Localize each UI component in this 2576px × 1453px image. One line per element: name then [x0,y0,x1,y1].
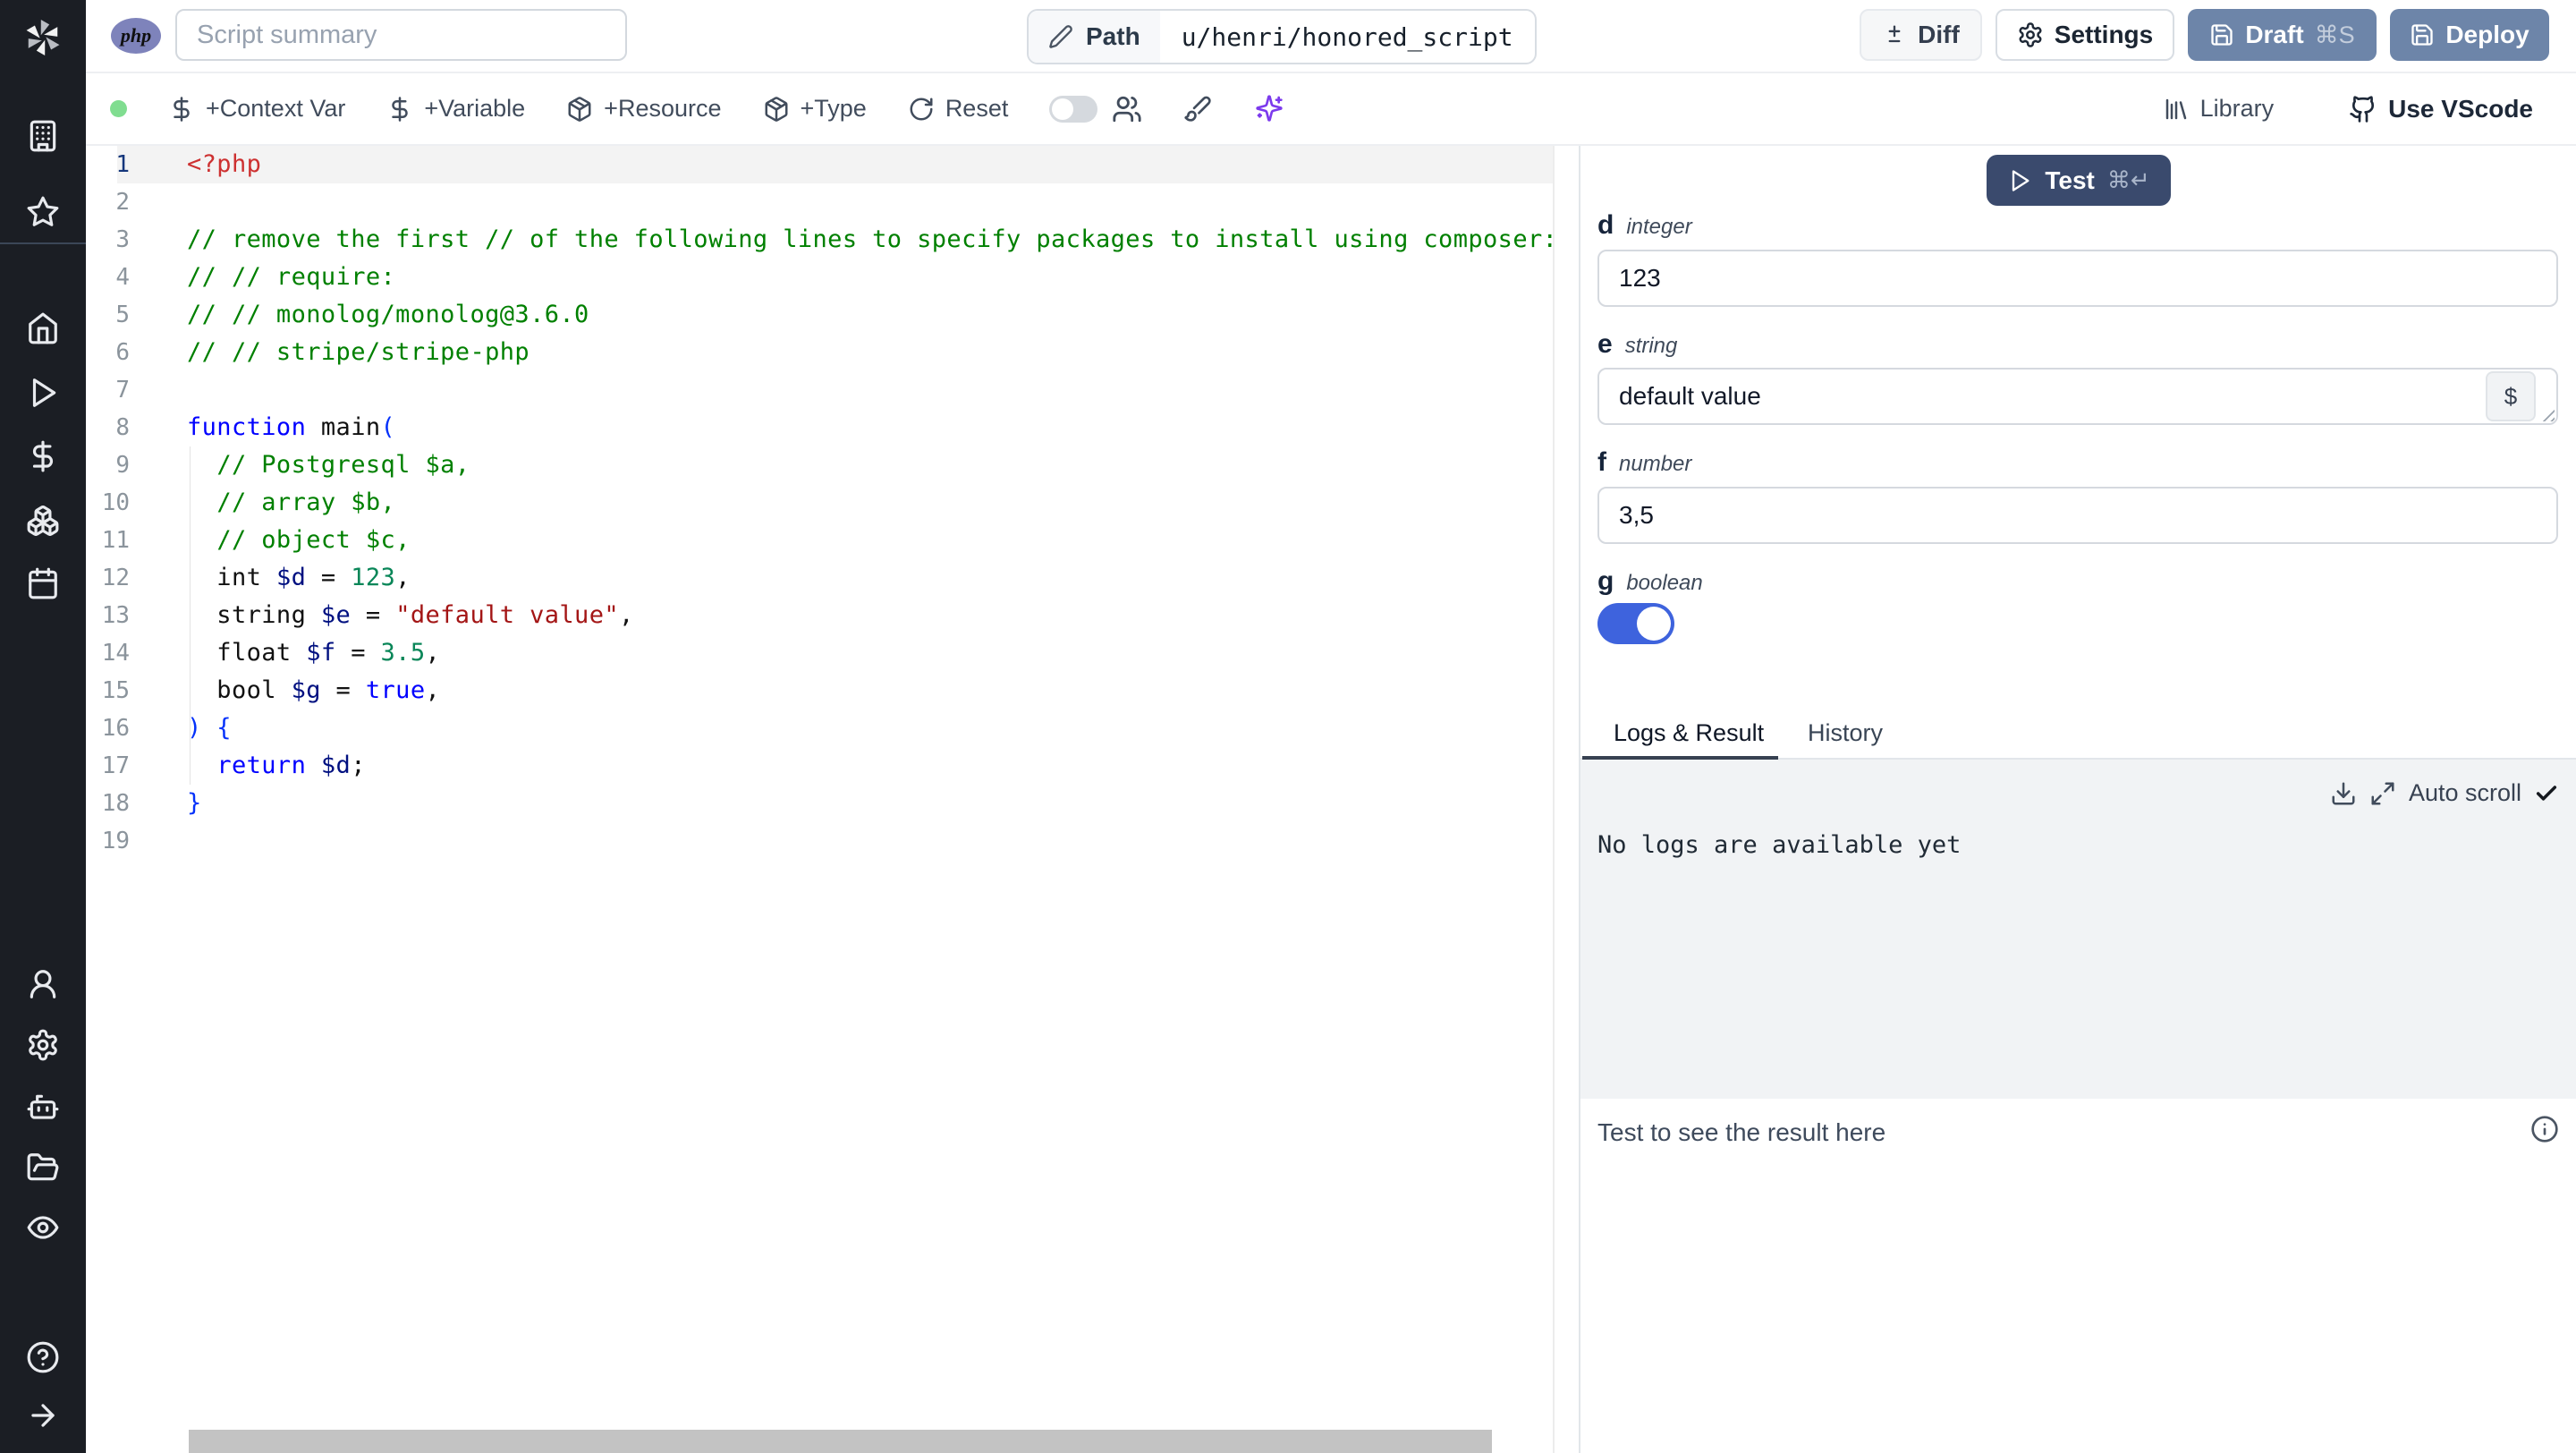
package-icon [763,96,790,123]
save-draft-button[interactable]: Draft ⌘S [2188,9,2377,61]
save-icon [2209,22,2234,47]
topbar-actions: Diff Settings Draft ⌘S Deploy [1860,9,2549,61]
reset-button[interactable]: Reset [908,95,1008,123]
tab-logs-result[interactable]: Logs & Result [1614,719,1764,747]
field-g-label: g boolean [1597,566,1703,596]
horizontal-scrollbar[interactable] [189,1430,1492,1453]
draft-shortcut: ⌘S [2314,21,2355,48]
add-resource-button[interactable]: +Resource [566,95,722,123]
tab-history[interactable]: History [1808,719,1883,747]
status-dot [110,100,127,117]
settings-button[interactable]: Settings [1996,9,2174,61]
add-context-var-button[interactable]: +Context Var [168,95,345,123]
test-shortcut: ⌘↵ [2106,166,2150,193]
toolbar-right-group: Library Use VScode [2163,73,2533,144]
robot-icon[interactable] [26,1091,60,1125]
info-icon[interactable] [2530,1115,2559,1143]
field-d-label: d integer [1597,210,1692,240]
path-label-section: Path [1029,11,1160,63]
diff-icon [1882,22,1907,47]
path-widget[interactable]: Path u/henri/honored_script [1027,9,1537,64]
dollar-icon [386,96,413,123]
format-brush-icon[interactable] [1183,94,1214,124]
use-vscode-button[interactable]: Use VScode [2349,95,2533,123]
arrow-right-icon[interactable] [26,1398,60,1432]
home-icon[interactable] [26,311,60,345]
script-summary-input[interactable] [175,9,627,61]
ai-sparkles-icon[interactable] [1255,94,1285,124]
refresh-icon [908,96,935,123]
building-icon[interactable] [26,119,60,153]
sidebar-divider [0,242,86,244]
user-icon[interactable] [26,967,60,1001]
eye-icon[interactable] [26,1211,60,1245]
boolean-toggle[interactable] [1597,603,1674,644]
logs-panel: Auto scroll No logs are available yet [1580,760,2576,1099]
path-value[interactable]: u/henri/honored_script [1160,11,1535,63]
calendar-icon[interactable] [26,566,60,600]
multiplayer-toggle[interactable] [1049,95,1098,123]
editor-gutter: 1 2 3 4 5 6 7 8 9 10 11 12 13 14 15 16 17 18 19 [101,151,130,854]
deploy-button[interactable]: Deploy [2390,9,2549,61]
test-run-button[interactable]: Test ⌘↵ [1987,155,2171,206]
check-icon[interactable] [2534,781,2559,806]
dollar-icon[interactable] [26,439,60,473]
result-placeholder: Test to see the result here [1597,1118,1886,1146]
gear-icon[interactable] [26,1028,60,1062]
package-icon [566,96,593,123]
github-icon [2349,95,2377,123]
logs-toolbar: Auto scroll [2330,779,2559,807]
download-icon[interactable] [2330,780,2357,807]
auto-scroll-label: Auto scroll [2408,779,2521,806]
no-logs-message: No logs are available yet [1597,831,1962,859]
dollar-icon [168,96,195,123]
toolbar-left-group: +Context Var +Variable +Resource +Type R… [110,73,1285,144]
path-label: Path [1086,22,1140,50]
star-icon[interactable] [26,195,60,229]
play-icon [2007,168,2032,193]
library-button[interactable]: Library [2163,95,2274,123]
field-f-label: f number [1597,447,1692,477]
field-f-input[interactable]: 3,5 [1597,487,2558,544]
editor-right-edge [1553,146,1555,1453]
save-icon [2410,22,2435,47]
resize-handle[interactable] [2538,405,2555,421]
windmill-logo[interactable] [20,14,66,61]
app-sidebar [0,0,86,1453]
insert-variable-button[interactable]: $ [2486,371,2536,421]
users-icon[interactable] [1112,94,1142,124]
add-type-button[interactable]: +Type [763,95,867,123]
help-icon[interactable] [26,1340,60,1374]
result-panel: Test to see the result here [1580,1099,2576,1453]
pencil-icon [1048,24,1073,49]
field-e-textarea[interactable]: default value [1597,368,2558,425]
field-e-label: e string [1597,329,1678,359]
test-panel: Test ⌘↵ d integer 123 e string default v… [1579,146,2576,1453]
editor-toolbar: +Context Var +Variable +Resource +Type R… [86,73,2576,146]
boxes-icon[interactable] [26,504,60,538]
diff-button[interactable]: Diff [1860,9,1982,61]
library-icon [2163,96,2190,123]
code-lines[interactable]: <?php// remove the first // of the follo… [187,146,1557,860]
panel-tabs: Logs & Result History [1580,716,2576,760]
field-d-input[interactable]: 123 [1597,250,2558,307]
add-variable-button[interactable]: +Variable [386,95,525,123]
expand-icon[interactable] [2369,780,2396,807]
php-language-badge[interactable]: php [111,18,161,54]
code-editor[interactable]: 1 2 3 4 5 6 7 8 9 10 11 12 13 14 15 16 17 18 19 <?php// re… [86,146,1579,1453]
play-icon[interactable] [26,376,60,410]
folder-icon[interactable] [26,1151,60,1185]
gear-icon [2017,21,2044,48]
top-bar: php Path u/henri/honored_script Diff Set… [86,0,2576,73]
